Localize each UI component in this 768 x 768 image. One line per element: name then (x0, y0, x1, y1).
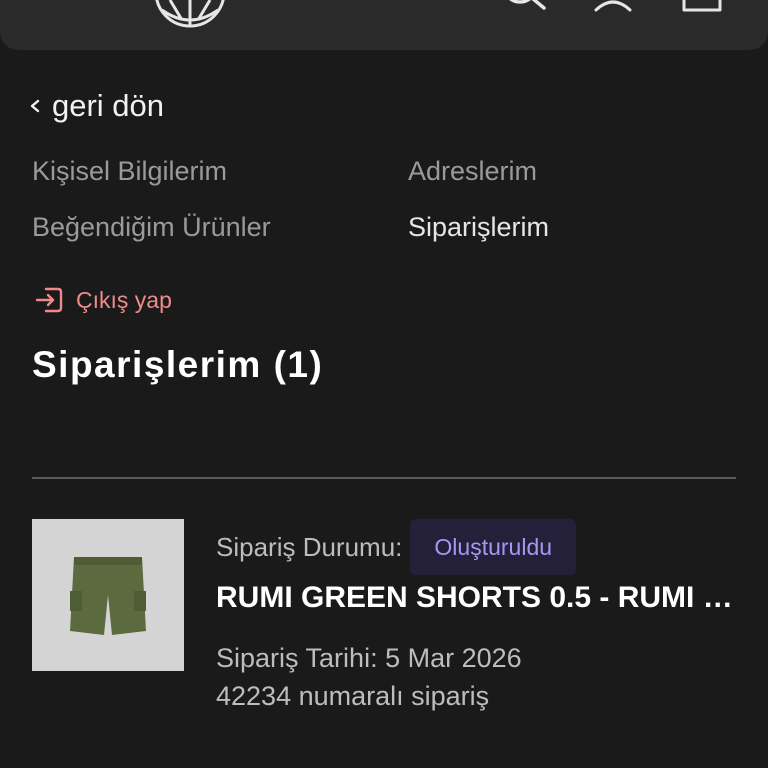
nav-orders[interactable]: Siparişlerim (408, 212, 549, 243)
divider (32, 477, 736, 479)
back-link[interactable]: geri dön (28, 86, 164, 126)
logout-button[interactable]: Çıkış yap (34, 283, 172, 317)
bag-icon[interactable] (680, 0, 724, 14)
nav-personal-info[interactable]: Kişisel Bilgilerim (32, 156, 227, 187)
shorts-image (70, 557, 146, 635)
search-icon[interactable] (500, 0, 548, 14)
logo-icon[interactable] (152, 0, 228, 30)
order-date: Sipariş Tarihi: 5 Mar 2026 (216, 643, 522, 673)
product-thumbnail[interactable] (32, 519, 184, 671)
chevron-left-icon (30, 99, 40, 113)
order-status-label: Sipariş Durumu: (216, 531, 403, 562)
status-badge: Oluşturuldu (410, 519, 577, 575)
top-header (0, 0, 768, 50)
logout-icon (35, 287, 63, 313)
nav-addresses[interactable]: Adreslerim (408, 156, 537, 187)
back-link-label: geri dön (52, 88, 165, 123)
menu-icon[interactable] (42, 0, 86, 8)
product-name-link[interactable]: RUMI GREEN SHORTS 0.5 - RUMI GREEN SHORT… (216, 581, 736, 615)
nav-favorites[interactable]: Beğendiğim Ürünler (32, 212, 271, 243)
order-number: 42234 numaralı sipariş (216, 681, 490, 711)
page-title: Siparişlerim (1) (32, 344, 324, 385)
order-status-row: Sipariş Durumu: Oluşturuldu (216, 519, 577, 575)
order-card: Sipariş Durumu: Oluşturuldu RUMI GREEN S… (32, 519, 736, 719)
logout-label: Çıkış yap (76, 286, 172, 313)
user-icon[interactable] (592, 0, 634, 14)
